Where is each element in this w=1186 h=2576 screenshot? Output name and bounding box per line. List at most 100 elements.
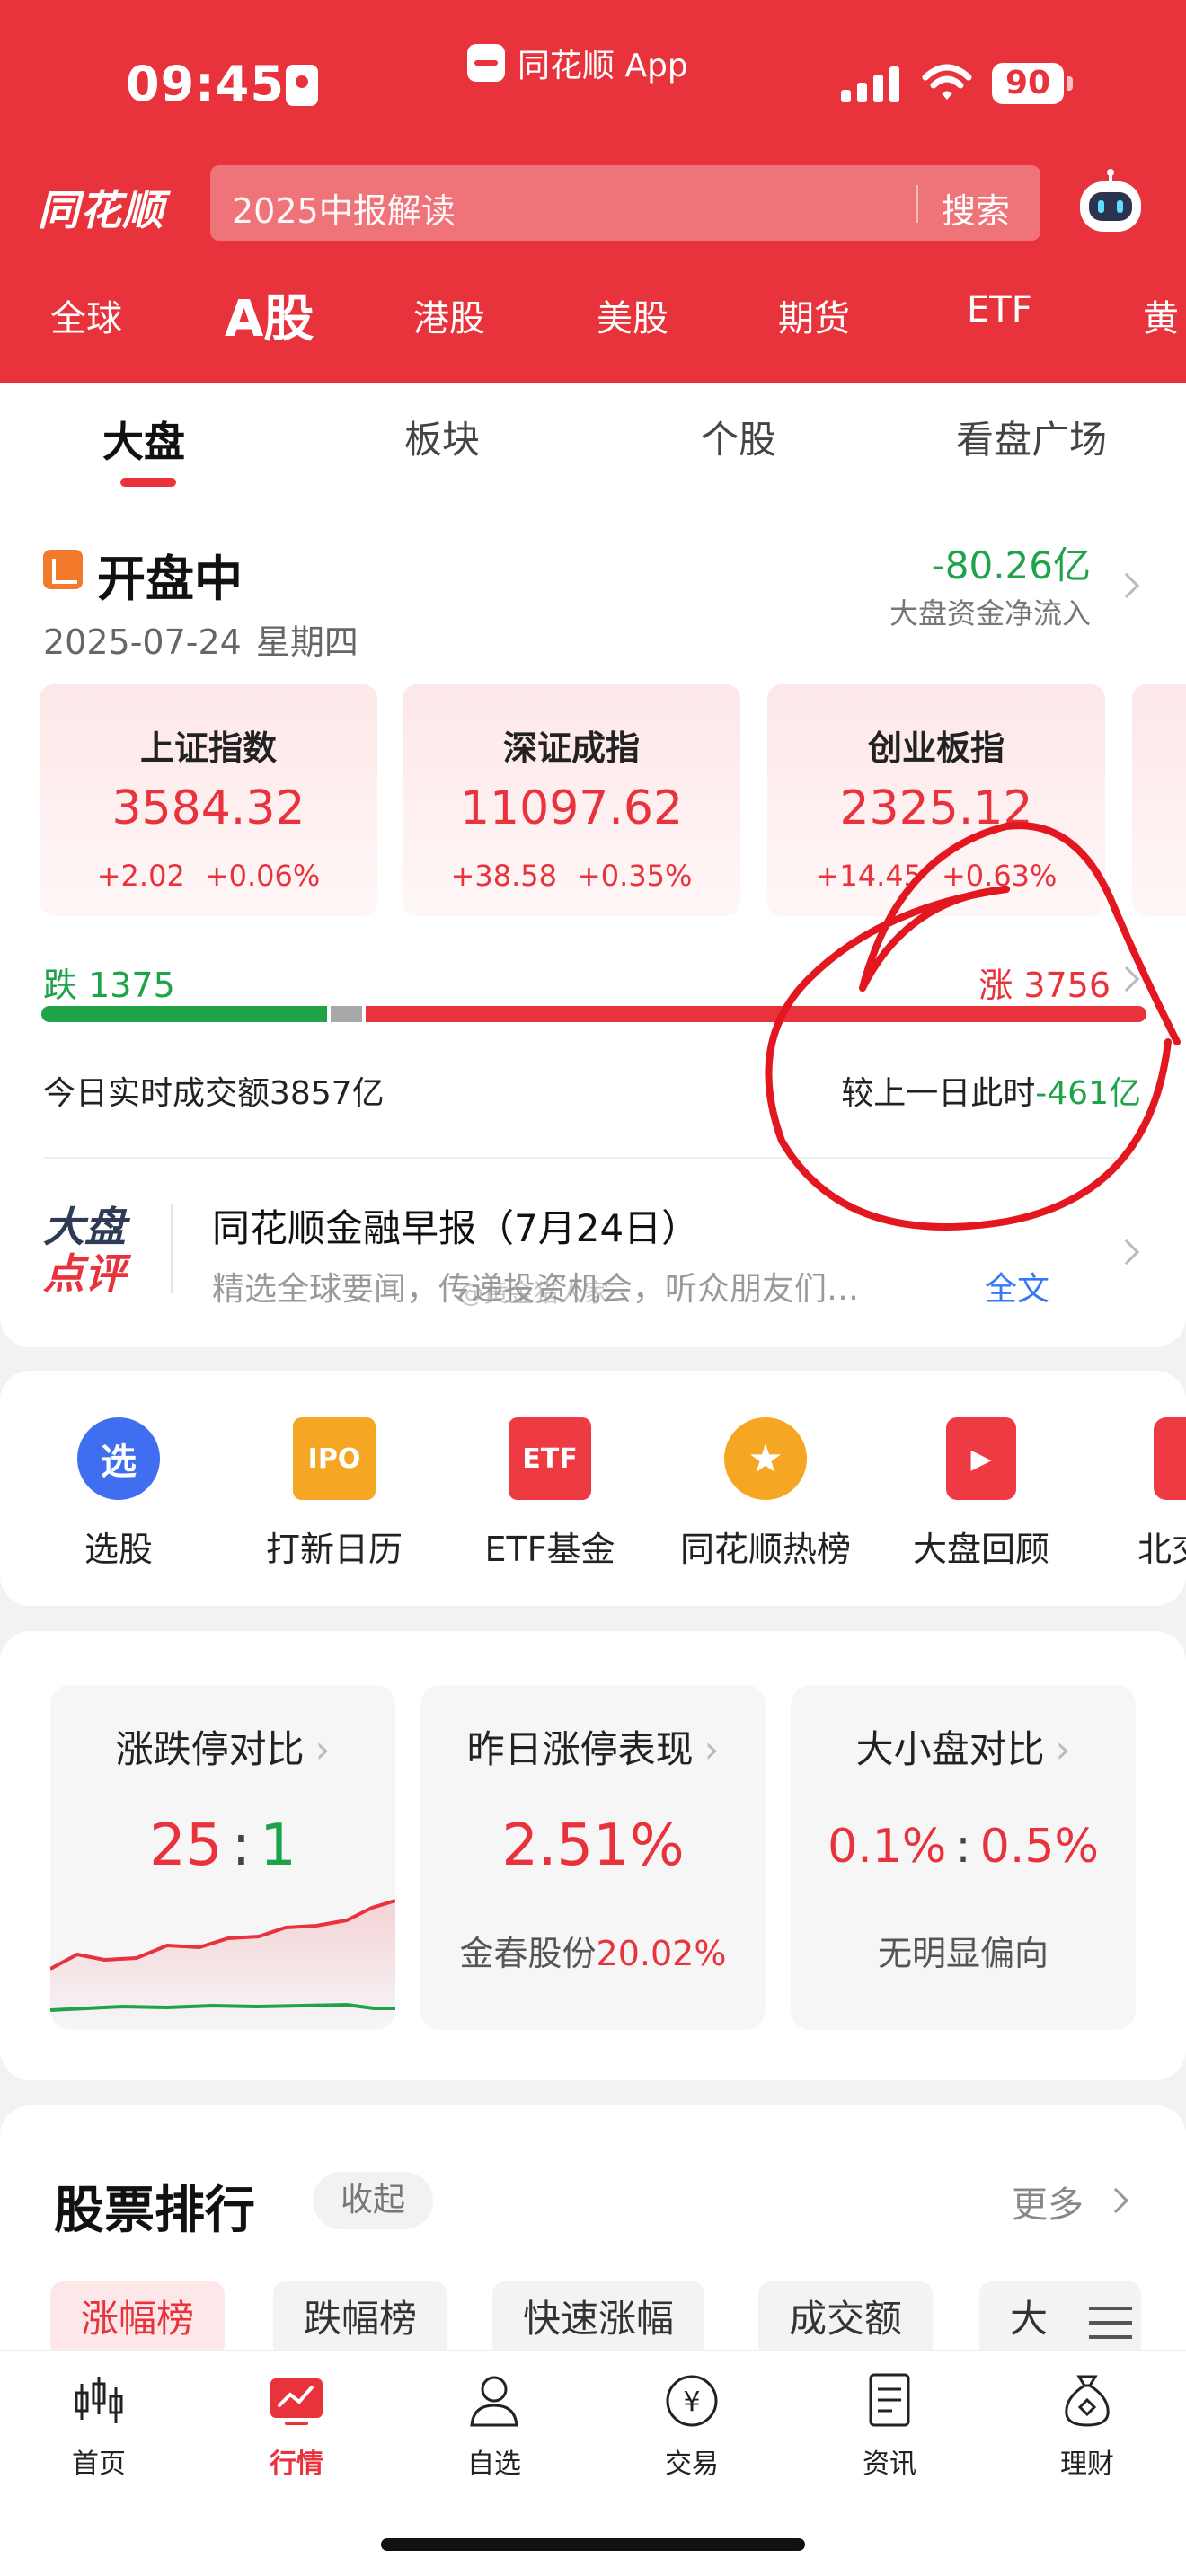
rank-tab-fast-rise[interactable]: 快速涨幅 xyxy=(492,2281,705,2357)
etf-fund-icon: ETF xyxy=(509,1417,591,1500)
yuan-trade-icon: ¥ xyxy=(666,2375,718,2427)
market-status: 开盘中 xyxy=(97,551,243,607)
search-input[interactable]: 2025中报解读 xyxy=(232,183,456,233)
menu-icon[interactable] xyxy=(1089,2307,1132,2339)
tile-title: 昨日涨停表现 › xyxy=(466,1727,720,1771)
index-change: +2.02 +0.06% xyxy=(96,859,321,893)
limit-compare-tile[interactable]: 涨跌停对比 › 25:1 xyxy=(50,1685,395,2030)
app-logo[interactable]: 同花顺 xyxy=(38,178,164,237)
market-tabs: 全球 A股 港股 美股 期货 ETF 黄 xyxy=(0,289,1186,370)
yesterday-top-stock: 金春股份20.02% xyxy=(459,1934,727,1973)
ranking-more-link[interactable]: 更多 xyxy=(1012,2175,1084,2228)
nav-market[interactable]: 行情 xyxy=(234,2371,359,2481)
collapse-button[interactable]: 收起 xyxy=(313,2172,433,2229)
index-card-chinext[interactable]: 创业板指 2325.12 +14.45 +0.63% xyxy=(767,684,1105,916)
limit-ratio: 25:1 xyxy=(149,1813,296,1879)
app-logo-icon xyxy=(467,44,505,82)
cap-ratio: 0.1%:0.5% xyxy=(828,1820,1099,1874)
market-review-icon: ▶ xyxy=(946,1417,1016,1500)
divider xyxy=(43,1157,1136,1159)
active-subtab-indicator xyxy=(120,478,176,487)
market-chart-icon xyxy=(270,2378,323,2425)
tab-hk[interactable]: 港股 xyxy=(413,289,485,341)
yesterday-limit-tile[interactable]: 昨日涨停表现 › 2.51% 金春股份20.02% xyxy=(420,1685,766,2030)
select-stock-icon: 选 xyxy=(77,1417,160,1500)
breadth-bar xyxy=(41,1006,1146,1022)
tile-title: 大小盘对比 › xyxy=(855,1727,1071,1771)
divider xyxy=(171,1204,173,1293)
breadth-rise-segment xyxy=(365,1006,1146,1022)
home-indicator xyxy=(381,2538,805,2551)
search-bar[interactable]: 2025中报解读 搜索 xyxy=(210,165,1040,241)
candlestick-home-icon xyxy=(75,2377,123,2423)
subtab-sector[interactable]: 板块 xyxy=(404,410,480,464)
news-document-icon xyxy=(869,2373,910,2427)
date-text: 2025-07-24 xyxy=(43,622,242,662)
index-card-sse[interactable]: 上证指数 3584.32 +2.02 +0.06% xyxy=(40,684,377,916)
fall-count: 跌 1375 xyxy=(43,966,175,1005)
net-flow-value[interactable]: -80.26亿 xyxy=(932,535,1091,590)
tab-us[interactable]: 美股 xyxy=(597,289,668,341)
nav-wealth[interactable]: 理财 xyxy=(1024,2371,1150,2481)
turnover-compare: 较上一日此时-461亿 xyxy=(841,1075,1141,1112)
index-value: 2325.12 xyxy=(839,781,1033,835)
index-change: +38.58 +0.35% xyxy=(450,859,693,893)
orientation-lock-icon xyxy=(286,65,318,106)
rank-tab-gainers[interactable]: 涨幅榜 xyxy=(50,2281,226,2357)
index-value: 11097.62 xyxy=(459,781,684,835)
tab-futures[interactable]: 期货 xyxy=(778,289,850,341)
nav-watchlist[interactable]: 自选 xyxy=(431,2371,557,2481)
cell-signal-icon xyxy=(841,65,899,102)
battery-indicator: 90 xyxy=(992,63,1073,104)
tile-title: 涨跌停对比 › xyxy=(115,1727,331,1771)
subtab-market[interactable]: 大盘 xyxy=(102,410,185,469)
subtab-square[interactable]: 看盘广场 xyxy=(956,410,1107,464)
svg-text:¥: ¥ xyxy=(683,2386,700,2418)
weekday-text: 星期四 xyxy=(255,622,358,662)
breadth-flat-segment xyxy=(331,1006,362,1022)
quick-entry-ipo-calendar[interactable]: IPO 打新日历 xyxy=(244,1417,424,1571)
quick-entry-market-review[interactable]: ▶ 大盘回顾 xyxy=(891,1417,1071,1571)
cap-compare-tile[interactable]: 大小盘对比 › 0.1%:0.5% 无明显偏向 xyxy=(791,1685,1136,2030)
index-name: 创业板指 xyxy=(867,728,1005,768)
cap-note: 无明显偏向 xyxy=(877,1934,1049,1973)
status-app-indicator[interactable]: 同花顺 App xyxy=(467,40,688,86)
quick-entry-bse[interactable]: 北交 xyxy=(1096,1417,1186,1571)
breadth-fall-segment xyxy=(41,1006,328,1022)
subtab-stock[interactable]: 个股 xyxy=(701,410,776,464)
ipo-calendar-icon: IPO xyxy=(293,1417,376,1500)
morning-brief-title[interactable]: 同花顺金融早报（7月24日） xyxy=(212,1198,699,1253)
market-date: 2025-07-24 星期四 xyxy=(43,614,358,664)
index-card-szse[interactable]: 深证成指 11097.62 +38.58 +0.35% xyxy=(403,684,740,916)
nav-home[interactable]: 首页 xyxy=(36,2371,162,2481)
nav-trade[interactable]: ¥ 交易 xyxy=(629,2371,755,2481)
index-name: 上证指数 xyxy=(139,728,277,768)
status-app-name: 同花顺 App xyxy=(518,48,688,84)
turnover-today: 今日实时成交额3857亿 xyxy=(43,1075,385,1112)
status-time: 09:45 xyxy=(126,56,285,112)
market-open-icon xyxy=(43,550,83,589)
user-watchlist-icon xyxy=(470,2376,518,2427)
tab-etf[interactable]: ETF xyxy=(967,289,1032,331)
limit-trend-sparkline xyxy=(50,1899,395,2030)
search-button[interactable]: 搜索 xyxy=(942,183,1010,233)
read-full-link[interactable]: 全文 xyxy=(985,1263,1049,1310)
wifi-icon xyxy=(922,64,972,100)
bse-icon xyxy=(1154,1417,1186,1500)
rank-tab-losers[interactable]: 跌幅榜 xyxy=(273,2281,448,2357)
quick-entry-select-stock[interactable]: 选 选股 xyxy=(29,1417,208,1571)
ai-assistant-robot-icon[interactable] xyxy=(1075,169,1146,237)
quick-entry-hot-list[interactable]: ★ 同花顺热榜 xyxy=(676,1417,855,1571)
index-card-next-partial[interactable] xyxy=(1132,684,1186,916)
nav-news[interactable]: 资讯 xyxy=(827,2371,952,2481)
tab-global[interactable]: 全球 xyxy=(50,289,122,341)
rank-tab-turnover[interactable]: 成交额 xyxy=(758,2281,934,2357)
net-flow-label: 大盘资金净流入 xyxy=(889,596,1091,631)
index-value: 3584.32 xyxy=(111,781,305,835)
tab-gold[interactable]: 黄 xyxy=(1143,289,1179,341)
index-name: 深证成指 xyxy=(502,728,640,768)
rise-count: 涨 3756 xyxy=(978,966,1111,1005)
quick-entry-etf[interactable]: ETF ETF基金 xyxy=(460,1417,640,1571)
ranking-title: 股票排行 xyxy=(54,2182,255,2240)
tab-a-share[interactable]: A股 xyxy=(225,278,314,351)
